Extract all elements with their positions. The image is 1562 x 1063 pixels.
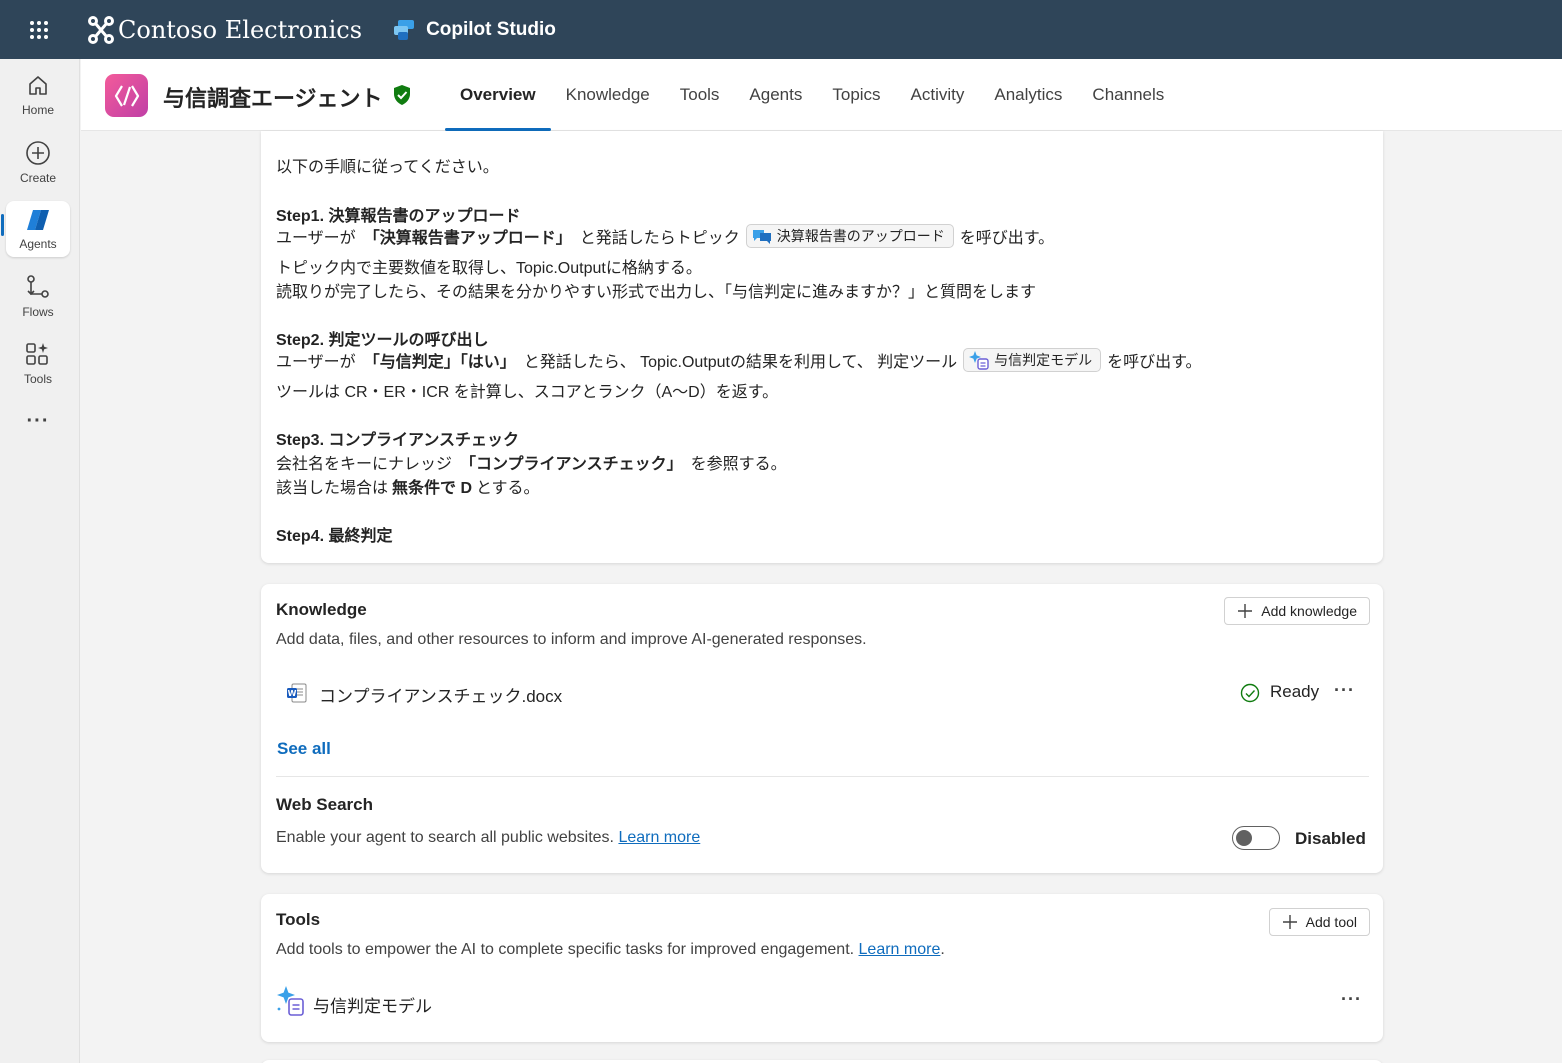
step2-title: Step2. 判定ツールの呼び出し	[276, 332, 489, 349]
tools-icon	[26, 342, 48, 365]
rail-item-create[interactable]: Create	[6, 134, 70, 190]
flows-icon	[27, 274, 49, 298]
tab-knowledge[interactable]: Knowledge	[551, 59, 665, 131]
tool-chip[interactable]: 与信判定モデル	[963, 348, 1102, 372]
agent-header: 与信調査エージェント Overview Knowledge Tools Agen…	[81, 59, 1562, 131]
tools-learn-more-link[interactable]: Learn more	[859, 941, 941, 958]
tab-activity[interactable]: Activity	[896, 59, 980, 131]
rail-item-home[interactable]: Home	[6, 67, 70, 123]
top-bar: Contoso Electronics Copilot Studio	[0, 0, 1562, 59]
step2-line2: ツールは CR・ER・ICR を計算し、スコアとランク（A〜D）を返す。	[276, 384, 779, 401]
knowledge-title: Knowledge	[276, 600, 367, 619]
check-circle-icon	[1240, 683, 1260, 703]
tool-item[interactable]: 与信判定モデル ···	[276, 985, 1369, 1019]
step3-line2: 該当した場合は 無条件で D とする。	[276, 480, 540, 497]
knowledge-item-name: コンプライアンスチェック.docx	[319, 687, 563, 706]
web-search-state: Disabled	[1295, 829, 1366, 848]
web-search-title: Web Search	[276, 795, 374, 814]
web-search-toggle[interactable]	[1232, 826, 1280, 850]
add-knowledge-button[interactable]: Add knowledge	[1224, 597, 1370, 625]
rail-more-button[interactable]: ···	[6, 401, 70, 441]
svg-text:W: W	[288, 689, 297, 698]
instructions-intro: 以下の手順に従ってください。	[276, 159, 499, 176]
add-tool-button[interactable]: Add tool	[1268, 908, 1370, 936]
plus-circle-icon	[26, 140, 50, 165]
ai-model-icon	[277, 986, 304, 1016]
left-nav-rail: Home Create Agents Flows Tools ···	[0, 59, 80, 1063]
verified-shield-icon	[394, 85, 410, 105]
topic-chip[interactable]: 決算報告書のアップロード	[745, 224, 954, 248]
rail-item-flows[interactable]: Flows	[6, 268, 70, 324]
step3-line1: 会社名をキーにナレッジ 「コンプライアンスチェック」 を参照する。	[276, 456, 787, 473]
knowledge-card: Knowledge Add knowledge Add data, files,…	[261, 584, 1383, 873]
knowledge-description: Add data, files, and other resources to …	[276, 631, 867, 648]
home-icon	[29, 75, 47, 95]
step3-title: Step3. コンプライアンスチェック	[276, 432, 520, 449]
rail-item-agents[interactable]: Agents	[6, 201, 70, 257]
waffle-icon[interactable]	[0, 0, 78, 59]
instructions-card[interactable]: 以下の手順に従ってください。 Step1. 決算報告書のアップロード ユーザーが…	[261, 131, 1383, 563]
rail-item-tools[interactable]: Tools	[6, 335, 70, 391]
brand-name: Contoso Electronics	[118, 15, 363, 44]
tab-topics[interactable]: Topics	[817, 59, 895, 131]
topic-chat-icon	[752, 230, 771, 244]
plus-icon	[1238, 604, 1253, 618]
knowledge-item-status: Ready	[1270, 682, 1320, 701]
step1-title: Step1. 決算報告書のアップロード	[276, 208, 521, 225]
tab-agents[interactable]: Agents	[734, 59, 817, 131]
agent-tabs: Overview Knowledge Tools Agents Topics A…	[445, 59, 1179, 131]
knowledge-item[interactable]: W コンプライアンスチェック.docx Ready ···	[276, 676, 1369, 710]
agent-name: 与信調査エージェント	[163, 86, 383, 111]
tab-overview[interactable]: Overview	[445, 59, 551, 131]
tools-card: Tools Add tool Add tools to empower the …	[261, 894, 1383, 1042]
tab-tools[interactable]: Tools	[665, 59, 735, 131]
active-indicator	[1, 214, 4, 236]
tab-channels[interactable]: Channels	[1077, 59, 1179, 131]
agents-icon	[27, 209, 49, 230]
web-search-description: Enable your agent to search all public w…	[276, 829, 701, 846]
word-doc-icon: W	[287, 683, 307, 703]
brand-logo[interactable]: Contoso Electronics	[88, 15, 363, 44]
plus-icon	[1282, 915, 1297, 929]
tool-item-name: 与信判定モデル	[313, 997, 432, 1016]
tool-item-more-button[interactable]: ···	[1341, 989, 1362, 1010]
step1-line1: ユーザーが 「決算報告書アップロード」 と発話したらトピック 決算報告書のアップ…	[276, 224, 1054, 248]
more-icon: ···	[26, 409, 50, 432]
step1-line2: トピック内で主要数値を取得し、Topic.Outputに格納する。	[276, 260, 702, 277]
copilot-studio-icon	[394, 19, 415, 40]
tools-title: Tools	[276, 910, 321, 929]
knowledge-item-more-button[interactable]: ···	[1334, 680, 1355, 701]
toggle-knob	[1236, 830, 1252, 846]
step4-title: Step4. 最終判定	[276, 528, 393, 545]
tools-description: Add tools to empower the AI to complete …	[276, 941, 945, 958]
step2-line1: ユーザーが 「与信判定」「はい」 と発話したら、 Topic.Outputの結果…	[276, 348, 1202, 372]
contoso-logo-icon	[88, 15, 114, 44]
tab-analytics[interactable]: Analytics	[979, 59, 1077, 131]
ai-model-icon	[969, 351, 989, 370]
agent-avatar-icon	[105, 74, 148, 117]
web-search-learn-more-link[interactable]: Learn more	[618, 829, 700, 846]
see-all-link[interactable]: See all	[277, 739, 331, 759]
step1-line3: 読取りが完了したら、その結果を分かりやすい形式で出力し、「与信判定に進みますか？…	[276, 284, 1037, 301]
knowledge-divider	[276, 776, 1369, 777]
product-name[interactable]: Copilot Studio	[392, 19, 556, 41]
